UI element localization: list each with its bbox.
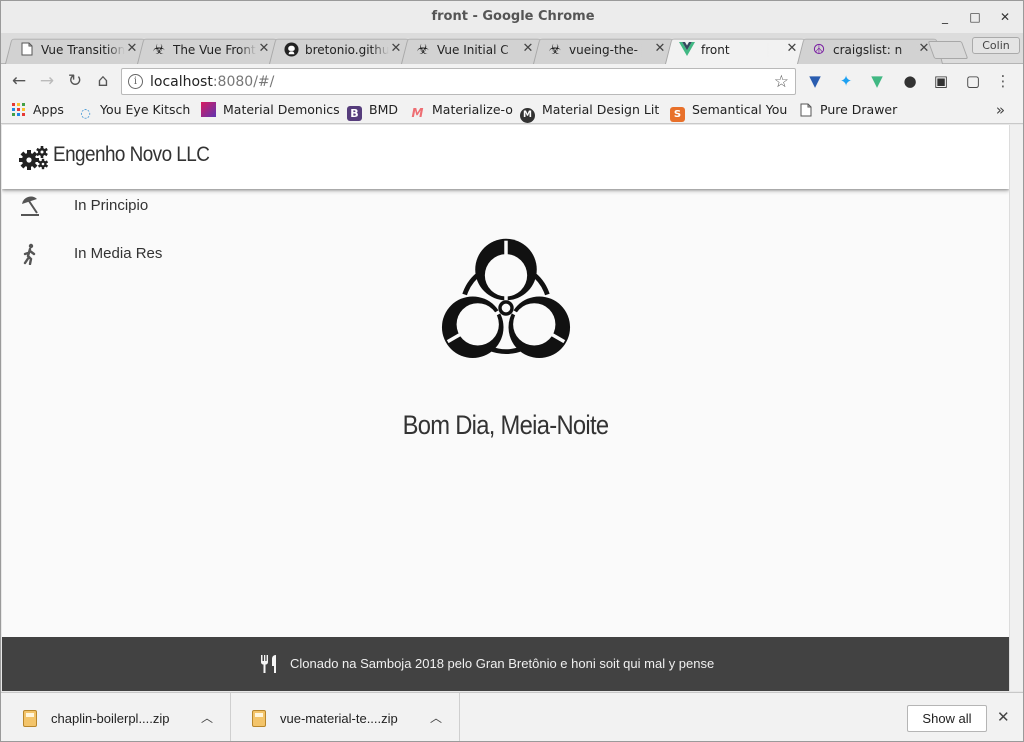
menu-dots-icon[interactable]: ⋮ <box>994 72 1012 90</box>
page-viewport: Engenho Novo LLC In Principio In Media R… <box>2 125 1009 691</box>
maximize-button[interactable]: □ <box>968 10 982 24</box>
palette-icon[interactable]: ● <box>901 72 919 90</box>
browser-toolbar: ← → ↻ ⌂ i localhost:8080/#/ ☆ ▼ ✦ ▼ ● ▣ … <box>1 64 1023 98</box>
bootstrap-icon: B <box>347 106 362 121</box>
gears-icon <box>18 145 50 171</box>
title-bar: front - Google Chrome _ □ ✕ <box>1 1 1023 33</box>
vue-icon <box>679 42 695 58</box>
spinner-icon: ◌ <box>80 106 91 120</box>
bookmark-bmd[interactable]: B BMD <box>347 102 398 121</box>
bookmarks-bar: Apps ◌ You Eye Kitsch Material Demonics B… <box>1 98 1023 124</box>
forward-arrow-icon[interactable]: → <box>37 71 57 91</box>
vuejs-devtools-icon[interactable]: ▼ <box>806 72 824 90</box>
close-icon[interactable]: ✕ <box>997 708 1010 726</box>
browser-window: front - Google Chrome _ □ ✕ Vue Transiti… <box>0 0 1024 742</box>
tab-strip: Vue Transitions ✕ ☣ The Vue Front ✕ bret… <box>1 33 1023 64</box>
tab-label: craigslist: n <box>833 43 917 57</box>
bookmark-you-eye-kitsch[interactable]: ◌ You Eye Kitsch <box>78 102 190 120</box>
page-scrollbar[interactable] <box>1009 125 1023 691</box>
tab-craigslist[interactable]: ☮ craigslist: n ✕ <box>797 36 943 64</box>
umbrella-beach-icon <box>19 195 41 217</box>
home-icon[interactable]: ⌂ <box>93 71 113 91</box>
profile-button[interactable]: Colin <box>972 37 1020 54</box>
tab-label: Vue Initial C <box>437 43 521 57</box>
tab-label: The Vue Front <box>173 43 257 57</box>
download-item[interactable]: vue-material-te....zip ︿ <box>230 693 460 741</box>
close-window-button[interactable]: ✕ <box>998 10 1012 24</box>
biohazard-icon: ☣ <box>152 42 166 58</box>
bookmark-materialize[interactable]: M Materialize-o <box>410 102 513 120</box>
materialize-icon: M <box>411 106 424 120</box>
biohazard-icon: ☣ <box>416 42 430 58</box>
github-icon <box>283 42 299 58</box>
hero-greeting: Bom Dia, Meia-Noite <box>402 410 610 440</box>
window-title: front - Google Chrome <box>431 9 595 24</box>
page-icon <box>19 42 35 58</box>
chevron-up-icon[interactable]: ︿ <box>430 709 442 726</box>
bookmark-material-design-lite[interactable]: M Material Design Lite <box>520 102 660 123</box>
info-icon[interactable]: i <box>128 74 143 89</box>
apps-grid-icon <box>11 103 26 118</box>
zip-file-icon <box>252 710 266 727</box>
bookmark-star-icon[interactable]: ☆ <box>774 72 789 92</box>
tab-vue-front[interactable]: ☣ The Vue Front ✕ <box>137 36 283 64</box>
biohazard-icon: ☣ <box>548 42 562 58</box>
download-filename: chaplin-boilerpl....zip <box>51 711 170 726</box>
back-arrow-icon[interactable]: ← <box>9 71 29 91</box>
more-bookmarks-icon[interactable]: » <box>996 101 1005 119</box>
biohazard-icon <box>427 233 585 383</box>
download-shelf: chaplin-boilerpl....zip ︿ vue-material-t… <box>1 692 1023 741</box>
bookmark-pure-drawer[interactable]: Pure Drawer <box>798 102 897 120</box>
drawer-item-in-principio[interactable]: In Principio <box>2 191 242 223</box>
semantic-icon: S <box>670 107 685 122</box>
bookmark-apps[interactable]: Apps <box>11 102 64 120</box>
zip-file-icon <box>23 710 37 727</box>
chevron-up-icon[interactable]: ︿ <box>201 709 213 726</box>
app-header: Engenho Novo LLC <box>2 125 1009 189</box>
drawer-item-in-media-res[interactable]: In Media Res <box>2 239 242 271</box>
lightbulb-icon[interactable]: ▢ <box>964 72 982 90</box>
footer-text: Clonado na Samboja 2018 pelo Gran Bretôn… <box>290 656 715 671</box>
tab-vue-transitions[interactable]: Vue Transitions ✕ <box>5 36 151 64</box>
page-icon <box>798 103 813 118</box>
fullscreen-icon[interactable]: ▣ <box>932 72 950 90</box>
tab-front[interactable]: front ✕ <box>665 36 811 64</box>
walking-person-icon <box>19 243 41 266</box>
m-circle-icon: M <box>520 108 535 123</box>
address-bar[interactable]: i localhost:8080/#/ ☆ <box>121 68 796 95</box>
bookmark-semantical-you[interactable]: S Semantical You <box>670 102 787 122</box>
vue-extension-icon[interactable]: ▼ <box>868 72 886 90</box>
tab-label: front <box>701 43 785 57</box>
url-text[interactable]: localhost:8080/#/ <box>150 74 274 90</box>
tab-label: vueing-the- <box>569 43 653 57</box>
drawer-item-label: In Media Res <box>74 245 163 262</box>
brand-title[interactable]: Engenho Novo LLC <box>53 143 210 167</box>
peace-icon: ☮ <box>812 42 826 58</box>
tab-label: Vue Transitions <box>41 43 125 57</box>
reload-icon[interactable]: ↻ <box>65 71 85 91</box>
gradient-square-icon <box>201 102 216 117</box>
new-tab-button[interactable] <box>927 41 969 59</box>
tab-label: bretonio.github <box>305 43 389 57</box>
show-all-button[interactable]: Show all <box>907 705 987 732</box>
bookmark-material-demonics[interactable]: Material Demonics <box>201 102 340 120</box>
tab-vueing-the[interactable]: ☣ vueing-the- ✕ <box>533 36 679 64</box>
minimize-button[interactable]: _ <box>938 10 952 24</box>
download-filename: vue-material-te....zip <box>280 711 398 726</box>
tab-bretonio-github[interactable]: bretonio.github ✕ <box>269 36 415 64</box>
drawer-item-label: In Principio <box>74 197 149 214</box>
tab-vue-initial[interactable]: ☣ Vue Initial C ✕ <box>401 36 547 64</box>
download-item[interactable]: chaplin-boilerpl....zip ︿ <box>1 693 231 741</box>
restaurant-icon <box>258 653 280 675</box>
twitter-icon[interactable]: ✦ <box>837 72 855 90</box>
app-footer: Clonado na Samboja 2018 pelo Gran Bretôn… <box>2 637 1009 691</box>
